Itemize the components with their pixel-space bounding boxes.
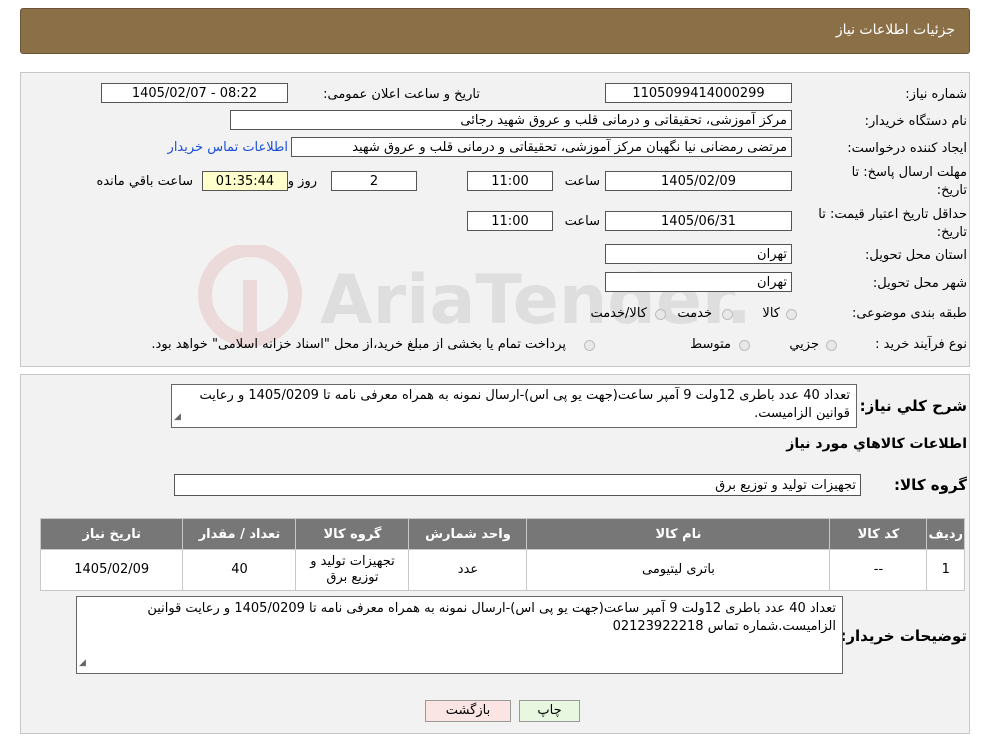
- summary-textarea[interactable]: تعداد 40 عدد باطری 12ولت 9 آمپر ساعت(جهت…: [171, 384, 857, 428]
- process-option-partial: جزیي: [789, 337, 819, 352]
- validity-time: 11:00: [467, 211, 553, 231]
- process-radio-medium[interactable]: [739, 340, 750, 351]
- announce-value: 1405/02/07 - 08:22: [101, 83, 288, 103]
- buyer-contact-link[interactable]: اطلاعات تماس خریدار: [168, 140, 288, 155]
- deadline-label: مهلت ارسال پاسخ: تا: [851, 165, 967, 180]
- city-label: شهر محل تحویل:: [872, 276, 967, 291]
- announce-datetime: 1405/02/07 - 08:22: [131, 86, 258, 101]
- remaining-label: ساعت باقي مانده: [96, 174, 193, 189]
- cell-quantity: 40: [182, 549, 297, 591]
- city-value: تهران: [605, 272, 792, 292]
- summary-text: تعداد 40 عدد باطری 12ولت 9 آمپر ساعت(جهت…: [199, 388, 850, 421]
- col-header-code: کد کالا: [829, 518, 928, 550]
- category-option-service: خدمت: [677, 306, 712, 321]
- cell-date: 1405/02/09: [39, 549, 184, 591]
- deadline-time-label: ساعت: [564, 174, 600, 189]
- cell-name: باتری لیتیومی: [526, 549, 831, 591]
- days-label: روز و: [287, 174, 317, 189]
- category-option-goods: کالا: [762, 306, 780, 321]
- announce-label: تاریخ و ساعت اعلان عمومی:: [323, 87, 480, 102]
- resize-grip-icon[interactable]: ◢: [79, 654, 86, 672]
- resize-grip-icon[interactable]: ◢: [174, 408, 181, 426]
- category-option-both: کالا/خدمت: [590, 306, 647, 321]
- creator-value: مرتضی رمضانی نیا نگهبان مرکز آموزشی، تحق…: [291, 137, 792, 157]
- buyer-notes-label: توضيحات خريدار:: [840, 627, 967, 645]
- group-label: گروه کالا:: [894, 476, 967, 494]
- items-table: رديف کد کالا نام کالا واحد شمارش گروه کا…: [39, 518, 965, 591]
- col-header-row: رديف: [926, 518, 965, 550]
- summary-label: شرح کلي نياز:: [859, 397, 967, 415]
- process-radio-treasury[interactable]: [584, 340, 595, 351]
- col-header-date: تاريخ نياز: [39, 518, 184, 550]
- col-header-name: نام کالا: [526, 518, 831, 550]
- cell-row-number: 1: [926, 549, 965, 591]
- group-value: تجهیزات تولید و توزیع برق: [174, 474, 861, 496]
- back-button[interactable]: بازگشت: [425, 700, 511, 722]
- page-header: جزئیات اطلاعات نیاز: [20, 8, 970, 54]
- print-button[interactable]: چاپ: [519, 700, 580, 722]
- col-header-quantity: تعداد / مقدار: [182, 518, 297, 550]
- col-header-group: گروه کالا: [295, 518, 410, 550]
- deadline-time: 11:00: [467, 171, 553, 191]
- category-radio-goods[interactable]: [786, 309, 797, 320]
- cell-unit: عدد: [408, 549, 528, 591]
- category-label: طبقه بندی موضوعی:: [851, 306, 967, 321]
- validity-label: حداقل تاریخ اعتبار قیمت: تا: [818, 207, 967, 222]
- need-number-label: شماره نیاز:: [905, 87, 967, 102]
- process-label: نوع فرآیند خرید :: [875, 337, 967, 352]
- buyer-notes-text: تعداد 40 عدد باطری 12ولت 9 آمپر ساعت(جهت…: [147, 601, 836, 634]
- cell-group: تجهیزات تولید و توزیع برق: [295, 549, 410, 591]
- items-heading: اطلاعات کالاهاي مورد نياز: [786, 436, 967, 452]
- days-value: 2: [331, 171, 417, 191]
- deadline-date: 1405/02/09: [605, 171, 792, 191]
- buyer-value: مرکز آموزشی، تحقیقاتی و درمانی قلب و عرو…: [230, 110, 792, 130]
- category-radio-both[interactable]: [655, 309, 666, 320]
- process-radio-partial[interactable]: [826, 340, 837, 351]
- buyer-notes-textarea[interactable]: تعداد 40 عدد باطری 12ولت 9 آمپر ساعت(جهت…: [76, 596, 843, 674]
- buyer-label: نام دستگاه خریدار:: [864, 114, 967, 129]
- category-radio-service[interactable]: [722, 309, 733, 320]
- need-number-value: 1105099414000299: [605, 83, 792, 103]
- province-label: استان محل تحویل:: [865, 248, 967, 263]
- validity-label-2: تاریخ:: [936, 225, 967, 240]
- remaining-time: 01:35:44: [202, 171, 288, 191]
- creator-label: ایجاد کننده درخواست:: [847, 141, 967, 156]
- process-option-medium: متوسط: [690, 337, 731, 352]
- validity-date: 1405/06/31: [605, 211, 792, 231]
- col-header-unit: واحد شمارش: [408, 518, 528, 550]
- validity-time-label: ساعت: [564, 214, 600, 229]
- process-note: پرداخت تمام یا بخشی از مبلغ خرید،از محل …: [151, 337, 566, 352]
- table-row: 1 -- باتری لیتیومی عدد تجهیزات تولید و ت…: [39, 549, 965, 591]
- cell-code: --: [829, 549, 928, 591]
- deadline-label-2: تاریخ:: [936, 183, 967, 198]
- table-header-row: رديف کد کالا نام کالا واحد شمارش گروه کا…: [39, 518, 965, 550]
- province-value: تهران: [605, 244, 792, 264]
- page-title: جزئیات اطلاعات نیاز: [835, 22, 955, 38]
